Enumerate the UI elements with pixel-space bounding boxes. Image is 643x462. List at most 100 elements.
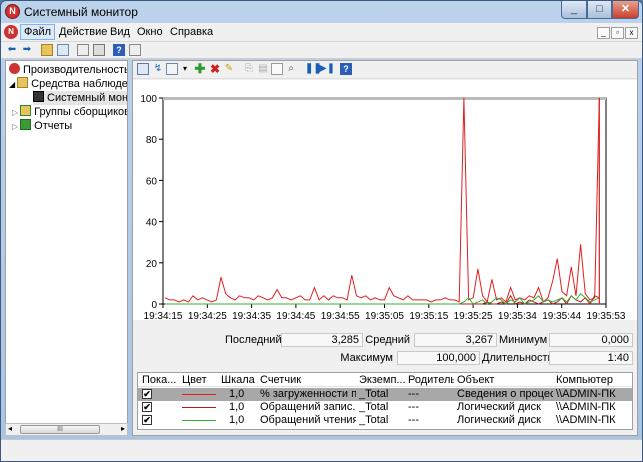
tree-item-monitoring-tools[interactable]: ◢Средства наблюдения xyxy=(9,77,127,91)
show-checkbox[interactable]: ✔ xyxy=(142,402,152,412)
column-parent[interactable]: Родитель xyxy=(408,374,454,386)
column-show[interactable]: Пока... xyxy=(142,374,176,386)
copy-properties-icon[interactable]: ⎘ xyxy=(243,63,255,75)
forward-arrow-icon[interactable]: ➡ xyxy=(21,44,33,56)
column-instance[interactable]: Экземп... xyxy=(359,374,405,386)
column-object[interactable]: Объект xyxy=(457,374,553,386)
folder-up-icon[interactable] xyxy=(41,44,53,56)
x-tick-label: 19:34:55 xyxy=(321,311,360,320)
plot-top-band xyxy=(163,97,606,100)
parent-value: --- xyxy=(408,388,419,400)
column-computer[interactable]: Компьютер xyxy=(556,374,632,386)
status-bar xyxy=(1,439,642,461)
object-value: Сведения о процес... xyxy=(457,388,553,400)
view-current-activity-icon[interactable] xyxy=(137,63,149,75)
maximize-button[interactable]: □ xyxy=(587,1,612,19)
performance-graph[interactable]: 100 80 60 40 20 0 19:34:15 19:34:25 19:34:35 19:3… xyxy=(133,80,637,322)
menu-view[interactable]: Вид xyxy=(110,26,130,38)
folder-icon xyxy=(17,77,29,88)
counter-row[interactable]: ✔ 1,0 % загруженности п... _Total --- Сведени… xyxy=(138,388,632,401)
y-tick-label: 100 xyxy=(140,94,157,105)
properties-icon[interactable] xyxy=(77,44,89,56)
tree-item-reports[interactable]: ▷ Отчеты xyxy=(12,119,72,133)
plot-border xyxy=(162,97,607,305)
column-scale[interactable]: Шкала xyxy=(221,374,259,386)
minimize-button[interactable]: _ xyxy=(561,1,587,19)
color-swatch xyxy=(182,394,216,395)
x-tick-label: 19:35:53 xyxy=(587,311,626,320)
system-monitor-pane: ↯ ▾ ✚ ✖ ✎ ⎘ ▤ ⌕ ❚❚ ▶❚ ? 100 80 60 40 20 0 19:3… xyxy=(132,60,638,436)
show-checkbox[interactable]: ✔ xyxy=(142,415,152,425)
column-counter[interactable]: Счетчик xyxy=(260,374,356,386)
minimum-value: 0,000 xyxy=(549,333,633,347)
collapsed-arrow-icon[interactable]: ▷ xyxy=(12,122,18,131)
color-swatch xyxy=(182,420,216,421)
delete-counter-icon[interactable]: ✖ xyxy=(209,63,221,75)
tree-item-performance[interactable]: Производительность xyxy=(9,63,127,77)
tree-item-system-monitor[interactable]: Системный монитор xyxy=(33,91,127,105)
print-icon[interactable] xyxy=(93,44,105,56)
paste-counter-list-icon[interactable]: ▤ xyxy=(257,63,269,75)
maximum-value: 100,000 xyxy=(397,351,480,365)
show-checkbox[interactable]: ✔ xyxy=(142,389,152,399)
computer-value: \\ADMIN-ПК xyxy=(556,414,616,426)
view-log-data-icon[interactable]: ↯ xyxy=(152,63,164,75)
show-tree-icon[interactable] xyxy=(57,44,69,56)
menu-help[interactable]: Справка xyxy=(170,26,213,38)
scroll-left-icon[interactable]: ◂ xyxy=(8,424,12,433)
zoom-icon[interactable]: ⌕ xyxy=(285,63,297,75)
tree-item-data-collector-sets[interactable]: ▷Группы сборщиков данных xyxy=(12,105,127,119)
x-tick-label: 19:35:34 xyxy=(498,311,537,320)
mdi-controls: _ ▫ x xyxy=(596,26,638,39)
title-bar[interactable]: N Системный монитор _ □ ✕ xyxy=(1,1,642,23)
duration-value: 1:40 xyxy=(549,351,633,365)
properties-icon[interactable] xyxy=(271,63,283,75)
expanded-arrow-icon[interactable]: ◢ xyxy=(9,80,15,89)
menu-action[interactable]: Действие xyxy=(59,26,107,38)
x-tick-label: 19:35:25 xyxy=(454,311,493,320)
column-color[interactable]: Цвет xyxy=(182,374,218,386)
close-button[interactable]: ✕ xyxy=(612,1,639,19)
back-arrow-icon[interactable]: ⬅ xyxy=(6,44,18,56)
highlight-icon[interactable]: ✎ xyxy=(223,63,235,75)
app-menu-icon[interactable]: N xyxy=(4,25,18,39)
scale-value: 1,0 xyxy=(229,388,245,400)
menu-file[interactable]: Файл xyxy=(20,24,56,40)
x-tick-label: 19:34:35 xyxy=(232,311,271,320)
y-tick-label: 60 xyxy=(146,176,158,187)
instance-value: _Total xyxy=(359,414,389,426)
y-tick-label: 40 xyxy=(146,218,158,229)
add-counter-icon[interactable]: ✚ xyxy=(194,62,206,75)
mdi-minimize-button[interactable]: _ xyxy=(597,27,610,39)
x-tick-label: 19:35:15 xyxy=(409,311,448,320)
y-tick-label: 20 xyxy=(146,259,158,270)
collapsed-arrow-icon[interactable]: ▷ xyxy=(12,108,18,117)
computer-value: \\ADMIN-ПК xyxy=(556,388,616,400)
freeze-display-icon[interactable]: ❚❚ xyxy=(305,63,322,75)
help-icon[interactable]: ? xyxy=(113,44,125,56)
tree-horizontal-scrollbar[interactable]: ◂ III ▸ xyxy=(5,423,128,436)
console-icon[interactable] xyxy=(129,44,141,56)
scrollbar-thumb[interactable]: III xyxy=(20,425,100,434)
counter-row[interactable]: ✔ 1,0 Обращений запис... _Total --- Логически… xyxy=(138,401,632,414)
instance-value: _Total xyxy=(359,388,389,400)
x-tick-label: 19:35:44 xyxy=(542,311,581,320)
performance-monitor-icon: N xyxy=(5,4,20,19)
change-graph-type-icon[interactable] xyxy=(166,63,178,75)
update-data-icon[interactable]: ▶❚ xyxy=(319,63,335,75)
series-line xyxy=(164,97,600,304)
maximum-label: Максимум xyxy=(340,352,393,364)
mdi-restore-button[interactable]: ▫ xyxy=(611,27,624,39)
counter-list: Пока... Цвет Шкала Счетчик Экземп... Род… xyxy=(137,372,633,430)
counter-row[interactable]: ✔ 1,0 Обращений чтения..._Total --- Логическ… xyxy=(138,414,632,427)
mdi-close-button[interactable]: x xyxy=(625,27,638,39)
graph-type-dropdown-icon[interactable]: ▾ xyxy=(179,63,191,75)
x-tick-label: 19:34:45 xyxy=(276,311,315,320)
menu-window[interactable]: Окно xyxy=(137,26,163,38)
help-icon[interactable]: ? xyxy=(340,63,352,75)
main-window: N Системный монитор _ □ ✕ N Файл Действи… xyxy=(0,0,643,462)
scroll-right-icon[interactable]: ▸ xyxy=(121,424,125,433)
line-chart: 100 80 60 40 20 019:34:15 19:34:25 19:34:35 19:3… xyxy=(140,94,626,322)
scale-value: 1,0 xyxy=(229,414,245,426)
average-label: Средний xyxy=(365,334,410,346)
